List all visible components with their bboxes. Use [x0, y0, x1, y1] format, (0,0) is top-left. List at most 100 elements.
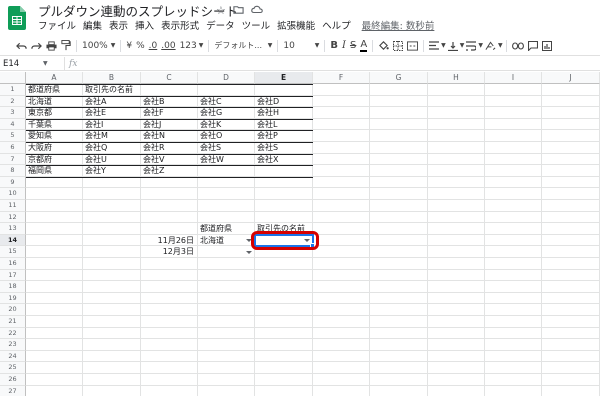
- cell-b26[interactable]: [83, 374, 141, 386]
- cell-i4[interactable]: [485, 118, 542, 131]
- cell-f21[interactable]: [313, 316, 370, 328]
- cell-j22[interactable]: [542, 327, 600, 340]
- cell-j13[interactable]: [542, 223, 600, 235]
- cell-c15[interactable]: 12月3日: [141, 246, 198, 258]
- cell-c27[interactable]: [141, 385, 198, 396]
- cell-f12[interactable]: [313, 211, 370, 224]
- menu-format[interactable]: 表示形式: [161, 21, 199, 33]
- cell-h8[interactable]: [428, 165, 485, 177]
- cell-a26[interactable]: [26, 374, 83, 386]
- cell-c11[interactable]: [141, 200, 198, 212]
- zoom-select[interactable]: 100% ▼: [80, 38, 117, 54]
- row-header-9[interactable]: 9: [0, 176, 26, 189]
- text-wrap-button[interactable]: [464, 38, 478, 54]
- number-format-select[interactable]: 123 ▼: [178, 38, 206, 54]
- cell-h7[interactable]: [428, 153, 485, 166]
- cell-h12[interactable]: [428, 211, 485, 224]
- cell-i5[interactable]: [485, 130, 542, 142]
- cell-e9[interactable]: [255, 176, 313, 189]
- row-header-16[interactable]: 16: [0, 258, 26, 270]
- cell-e8[interactable]: [255, 165, 313, 177]
- cell-h6[interactable]: [428, 142, 485, 154]
- cell-c2[interactable]: 会社B: [141, 95, 198, 108]
- cell-c24[interactable]: [141, 350, 198, 363]
- name-box[interactable]: E14 ▼: [3, 58, 48, 70]
- cell-e23[interactable]: [255, 339, 313, 351]
- cell-i20[interactable]: [485, 304, 542, 316]
- cell-f27[interactable]: [313, 385, 370, 396]
- row-header-22[interactable]: 22: [0, 327, 26, 340]
- cell-d21[interactable]: [198, 316, 255, 328]
- row-header-17[interactable]: 17: [0, 269, 26, 282]
- column-header-b[interactable]: B: [83, 72, 141, 84]
- cell-f20[interactable]: [313, 304, 370, 316]
- row-header-3[interactable]: 3: [0, 107, 26, 119]
- cell-e10[interactable]: [255, 188, 313, 200]
- cell-d24[interactable]: [198, 350, 255, 363]
- insert-chart-button[interactable]: [540, 38, 554, 54]
- cell-i7[interactable]: [485, 153, 542, 166]
- cell-h16[interactable]: [428, 258, 485, 270]
- cell-a27[interactable]: [26, 385, 83, 396]
- cell-f18[interactable]: [313, 281, 370, 293]
- cell-i25[interactable]: [485, 362, 542, 374]
- cell-d19[interactable]: [198, 292, 255, 305]
- strikethrough-button[interactable]: S: [348, 38, 358, 54]
- cell-h11[interactable]: [428, 200, 485, 212]
- menu-view[interactable]: 表示: [109, 21, 128, 33]
- redo-button[interactable]: [29, 38, 44, 54]
- cell-a17[interactable]: [26, 269, 83, 282]
- cell-a6[interactable]: 大阪府: [26, 142, 83, 154]
- cell-g2[interactable]: [370, 95, 428, 108]
- cell-c25[interactable]: [141, 362, 198, 374]
- cell-c12[interactable]: [141, 211, 198, 224]
- cell-h13[interactable]: [428, 223, 485, 235]
- cell-e4[interactable]: 会社L: [255, 118, 313, 131]
- cell-d2[interactable]: 会社C: [198, 95, 255, 108]
- cell-a12[interactable]: [26, 211, 83, 224]
- formula-input[interactable]: [80, 57, 595, 71]
- cell-e21[interactable]: [255, 316, 313, 328]
- cell-g6[interactable]: [370, 142, 428, 154]
- cell-f8[interactable]: [313, 165, 370, 177]
- cell-d4[interactable]: 会社K: [198, 118, 255, 131]
- column-header-c[interactable]: C: [141, 72, 198, 84]
- cell-g21[interactable]: [370, 316, 428, 328]
- cell-g10[interactable]: [370, 188, 428, 200]
- cell-f9[interactable]: [313, 176, 370, 189]
- cell-g23[interactable]: [370, 339, 428, 351]
- cell-d13[interactable]: 都道府県: [198, 223, 255, 235]
- cell-a3[interactable]: 東京都: [26, 107, 83, 119]
- selection-fill-handle[interactable]: [310, 243, 315, 249]
- cell-c20[interactable]: [141, 304, 198, 316]
- cell-a5[interactable]: 愛知県: [26, 130, 83, 142]
- cell-c1[interactable]: [141, 84, 198, 96]
- cell-j24[interactable]: [542, 350, 600, 363]
- column-header-i[interactable]: I: [485, 72, 542, 84]
- cell-f22[interactable]: [313, 327, 370, 340]
- cell-b9[interactable]: [83, 176, 141, 189]
- cell-b27[interactable]: [83, 385, 141, 396]
- cell-d11[interactable]: [198, 200, 255, 212]
- cell-a24[interactable]: [26, 350, 83, 363]
- star-icon[interactable]: ☆: [216, 4, 226, 17]
- insert-link-button[interactable]: [510, 38, 526, 54]
- cell-g27[interactable]: [370, 385, 428, 396]
- cell-e17[interactable]: [255, 269, 313, 282]
- cell-g24[interactable]: [370, 350, 428, 363]
- row-header-27[interactable]: 27: [0, 385, 26, 396]
- cell-a15[interactable]: [26, 246, 83, 258]
- last-edit-link[interactable]: 最終編集: 数秒前: [362, 21, 435, 33]
- cell-b18[interactable]: [83, 281, 141, 293]
- row-header-24[interactable]: 24: [0, 350, 26, 363]
- increase-decimal-button[interactable]: .00: [159, 38, 177, 54]
- cell-c21[interactable]: [141, 316, 198, 328]
- cell-f11[interactable]: [313, 200, 370, 212]
- cell-b19[interactable]: [83, 292, 141, 305]
- font-size-select[interactable]: 10 ▼: [281, 38, 321, 54]
- cell-h18[interactable]: [428, 281, 485, 293]
- cell-b11[interactable]: [83, 200, 141, 212]
- cell-g9[interactable]: [370, 176, 428, 189]
- row-header-11[interactable]: 11: [0, 200, 26, 212]
- cell-h2[interactable]: [428, 95, 485, 108]
